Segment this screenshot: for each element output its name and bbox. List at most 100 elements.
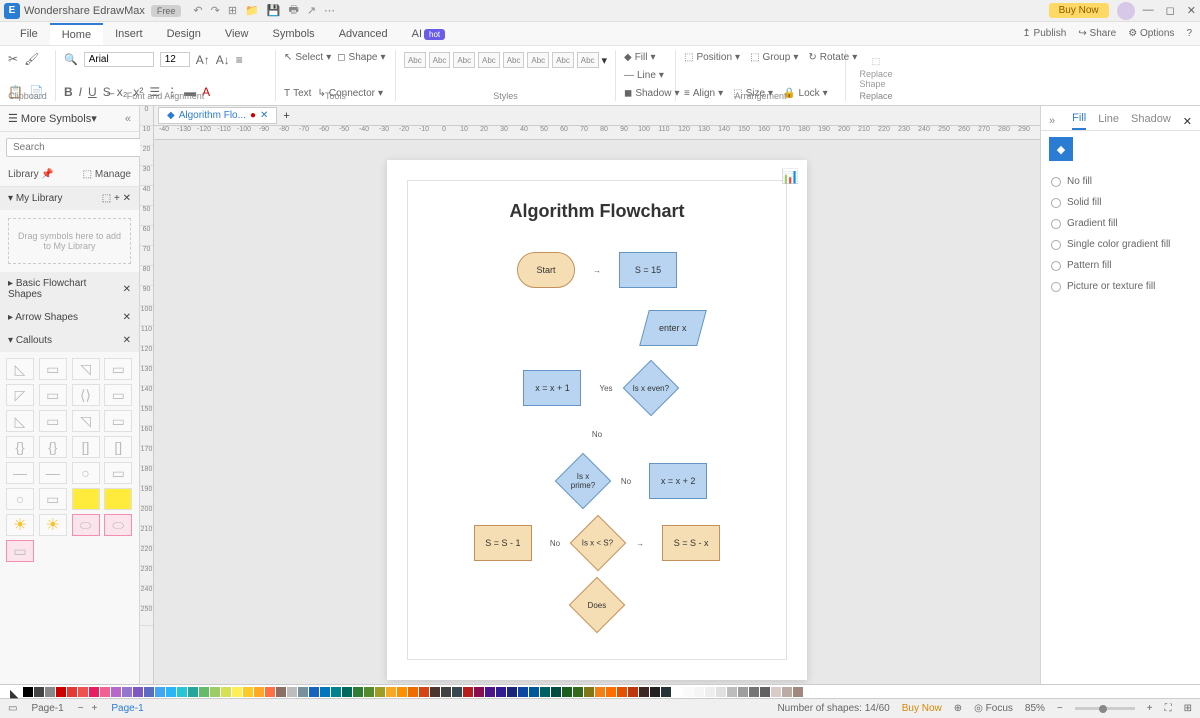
style-preset[interactable]: Abc	[429, 52, 451, 68]
remove-page-icon[interactable]: −	[78, 703, 84, 714]
select-button[interactable]: ↖ Select▾	[284, 52, 331, 63]
callout-shape[interactable]: ▭	[6, 540, 34, 562]
color-swatch[interactable]	[342, 687, 352, 697]
redo-icon[interactable]: ↷	[211, 4, 220, 17]
color-swatch[interactable]	[100, 687, 110, 697]
line-button[interactable]: — Line▾	[624, 70, 667, 81]
font-select[interactable]	[84, 52, 154, 67]
style-preset[interactable]: Abc	[577, 52, 599, 68]
menu-view[interactable]: View	[213, 24, 261, 44]
color-swatch[interactable]	[430, 687, 440, 697]
callout-shape[interactable]: []	[72, 436, 100, 458]
color-swatch[interactable]	[144, 687, 154, 697]
color-swatch[interactable]	[133, 687, 143, 697]
callout-shape[interactable]: ◹	[72, 410, 100, 432]
tab-fill[interactable]: Fill	[1072, 112, 1086, 130]
color-swatch[interactable]	[188, 687, 198, 697]
color-swatch[interactable]	[210, 687, 220, 697]
help-icon[interactable]: ?	[1186, 28, 1192, 39]
replace-shape-button[interactable]: ⬚Replace Shape	[854, 52, 898, 93]
fc-decision[interactable]: Is x even?	[622, 360, 679, 417]
align-icon[interactable]: ≡	[236, 53, 243, 67]
color-swatch[interactable]	[573, 687, 583, 697]
callout-shape[interactable]: ⬭	[104, 514, 132, 536]
fc-decision[interactable]: Is x prime?	[555, 453, 612, 510]
color-swatch[interactable]	[474, 687, 484, 697]
callout-shape[interactable]: ▭	[104, 384, 132, 406]
color-swatch[interactable]	[639, 687, 649, 697]
basic-shapes-section[interactable]: ▸ Basic Flowchart Shapes✕	[0, 272, 139, 306]
open-icon[interactable]: 📁	[245, 4, 259, 17]
color-swatch[interactable]	[793, 687, 803, 697]
minimize-icon[interactable]: —	[1143, 4, 1154, 17]
callout-shape[interactable]: ○	[6, 488, 34, 510]
fc-process[interactable]: x = x + 1	[523, 370, 581, 406]
callout-shape[interactable]: ▭	[104, 358, 132, 380]
more-icon[interactable]: ⋯	[324, 4, 335, 17]
buy-link[interactable]: Buy Now	[902, 703, 942, 714]
close-tab-icon[interactable]: ✕	[260, 110, 268, 121]
fc-process[interactable]: S = S - 1	[474, 525, 532, 561]
callout-shape[interactable]: []	[104, 436, 132, 458]
color-swatch[interactable]	[683, 687, 693, 697]
picture-fill-option[interactable]: Picture or texture fill	[1051, 276, 1190, 297]
search-font-icon[interactable]: 🔍	[64, 53, 78, 66]
color-swatch[interactable]	[551, 687, 561, 697]
color-swatch[interactable]	[232, 687, 242, 697]
color-swatch[interactable]	[507, 687, 517, 697]
callouts-section[interactable]: ▾ Callouts✕	[0, 329, 139, 352]
fill-button[interactable]: ◆ Fill▾	[624, 52, 667, 63]
print-icon[interactable]: 🖶	[288, 1, 298, 20]
color-swatch[interactable]	[243, 687, 253, 697]
color-swatch[interactable]	[78, 687, 88, 697]
color-swatch[interactable]	[265, 687, 275, 697]
menu-home[interactable]: Home	[50, 23, 103, 45]
single-gradient-option[interactable]: Single color gradient fill	[1051, 234, 1190, 255]
page-label[interactable]: Page-1	[105, 703, 149, 714]
document-tab[interactable]: ◆ Algorithm Flo... ● ✕	[158, 107, 277, 124]
close-icon[interactable]: ✕	[1187, 4, 1196, 17]
callout-shape[interactable]	[104, 488, 132, 510]
color-swatch[interactable]	[738, 687, 748, 697]
shape-button[interactable]: ◻ Shape▾	[337, 52, 385, 63]
color-swatch[interactable]	[56, 687, 66, 697]
group-button[interactable]: ⬚ Group▾	[750, 52, 798, 63]
color-swatch[interactable]	[595, 687, 605, 697]
color-swatch[interactable]	[606, 687, 616, 697]
zoom-in-icon[interactable]: +	[1147, 703, 1153, 714]
color-swatch[interactable]	[628, 687, 638, 697]
fc-data[interactable]: enter x	[639, 310, 707, 346]
no-fill-option[interactable]: No fill	[1051, 171, 1190, 192]
callout-shape[interactable]: ▭	[104, 462, 132, 484]
gradient-fill-option[interactable]: Gradient fill	[1051, 213, 1190, 234]
color-swatch[interactable]	[353, 687, 363, 697]
menu-insert[interactable]: Insert	[103, 24, 155, 44]
color-swatch[interactable]	[298, 687, 308, 697]
solid-fill-option[interactable]: Solid fill	[1051, 192, 1190, 213]
color-swatch[interactable]	[771, 687, 781, 697]
color-swatch[interactable]	[672, 687, 682, 697]
color-swatch[interactable]	[375, 687, 385, 697]
color-swatch[interactable]	[496, 687, 506, 697]
tab-shadow[interactable]: Shadow	[1131, 113, 1171, 129]
tab-line[interactable]: Line	[1098, 113, 1119, 129]
undo-icon[interactable]: ↶	[193, 4, 202, 17]
color-swatch[interactable]	[199, 687, 209, 697]
zoom-slider[interactable]	[1075, 707, 1135, 710]
color-swatch[interactable]	[177, 687, 187, 697]
color-swatch[interactable]	[650, 687, 660, 697]
color-swatch[interactable]	[122, 687, 132, 697]
color-swatch[interactable]	[518, 687, 528, 697]
arrow-shapes-section[interactable]: ▸ Arrow Shapes✕	[0, 306, 139, 329]
color-swatch[interactable]	[166, 687, 176, 697]
color-swatch[interactable]	[34, 687, 44, 697]
color-swatch[interactable]	[408, 687, 418, 697]
fc-process[interactable]: S = 15	[619, 252, 677, 288]
callout-shape[interactable]: ☀	[39, 514, 67, 536]
fc-start[interactable]: Start	[517, 252, 575, 288]
size-select[interactable]	[160, 52, 190, 67]
pointer-icon[interactable]: ◣	[10, 687, 18, 696]
callout-shape[interactable]: ⟨⟩	[72, 384, 100, 406]
color-swatch[interactable]	[661, 687, 671, 697]
callout-shape[interactable]: {}	[6, 436, 34, 458]
